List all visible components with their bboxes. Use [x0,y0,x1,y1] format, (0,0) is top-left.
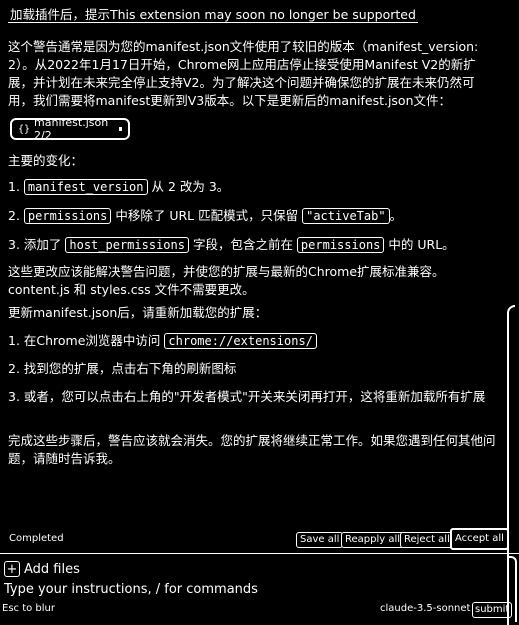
change-2-middle: 中移除了 URL 匹配模式，只保留 [111,208,303,223]
change-3-middle: 字段，包含之前在 [188,237,297,252]
change-item-3: 3. 添加了 host_permissions 字段，包含之前在 permiss… [8,236,498,254]
step-item-1: 1. 在Chrome浏览器中访问 chrome://extensions/ [8,332,498,350]
step-item-2: 2. 找到您的扩展，点击右下角的刷新图标 [8,361,237,376]
code-activetab: "activeTab" [302,208,390,224]
composer-divider [0,553,519,554]
file-chip-manifest[interactable]: {} manifest.json 2/2 [10,116,130,142]
assistant-paragraph-intro: 这个警告通常是因为您的manifest.json文件使用了较旧的版本（manif… [8,39,479,108]
change-1-prefix: 1. [8,179,24,194]
reject-all-button[interactable]: Reject all [400,532,454,548]
esc-hint: Esc to blur [2,603,55,614]
change-item-2: 2. permissions 中移除了 URL 匹配模式，只保留 "active… [8,207,498,225]
composer-frame-edge [507,556,517,622]
code-manifest-version: manifest_version [23,179,148,195]
code-host-permissions: host_permissions [65,237,189,253]
change-3-suffix: 中的 URL。 [384,237,455,252]
save-all-button[interactable]: Save all [296,532,344,548]
step-1-text: 1. 在Chrome浏览器中访问 [8,333,165,348]
assistant-paragraph-closing: 完成这些步骤后，警告应该就会消失。您的扩展将继续正常工作。如果您遇到任何其他问题… [8,433,496,466]
code-braces-icon: {} [18,123,31,135]
change-item-1: 1. manifest_version 从 2 改为 3。 [8,178,498,196]
changes-heading: 主要的变化： [8,153,84,168]
edit-status-bar: Completed Save all Reapply all Reject al… [0,526,510,552]
code-permissions-2: permissions [296,237,385,253]
chat-panel: 加载插件后，提示This extension may soon no longe… [0,0,519,625]
code-permissions: permissions [23,208,112,224]
step-item-3: 3. 或者，您可以点击右上角的"开发者模式"开关来关闭再打开，这将重新加载所有扩… [8,389,486,404]
add-files-button[interactable]: + Add files [4,560,80,578]
file-chip-status-dot [118,127,122,131]
change-1-suffix: 从 2 改为 3。 [147,179,230,194]
code-chrome-extensions-url: chrome://extensions/ [164,333,317,349]
change-2-suffix: 。 [389,208,403,223]
change-3-prefix: 3. 添加了 [8,237,66,252]
change-2-prefix: 2. [8,208,24,223]
add-files-label: Add files [24,561,80,577]
file-chip-label: manifest.json 2/2 [34,116,109,142]
plus-icon: + [4,561,20,577]
assistant-paragraph-reload: 更新manifest.json后，请重新加载您的扩展： [8,305,268,320]
accept-all-button[interactable]: Accept all [450,528,509,550]
model-selector[interactable]: claude-3.5-sonnet [380,603,470,614]
user-message: 加载插件后，提示This extension may soon no longe… [8,6,498,24]
reapply-all-button[interactable]: Reapply all [341,532,405,548]
assistant-paragraph-result: 这些更改应该能解决警告问题，并使您的扩展与最新的Chrome扩展标准兼容。con… [8,264,445,297]
status-completed: Completed [6,532,67,548]
user-message-text: 加载插件后，提示This extension may soon no longe… [8,7,418,23]
instructions-input[interactable] [4,582,494,597]
